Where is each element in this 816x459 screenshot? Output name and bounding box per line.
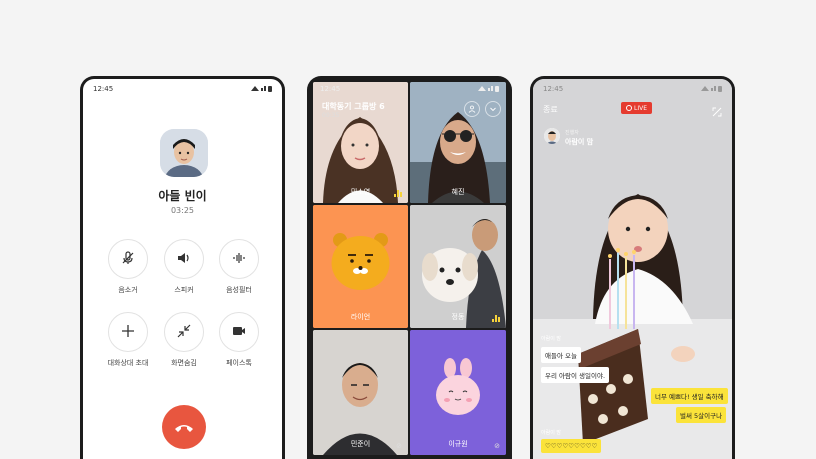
mute-label: 음소거 [118,286,138,294]
status-icons [700,85,722,94]
minimize-icon [177,323,191,342]
group-title: 대학동기 그룹방 6 [322,102,385,111]
voice-filter-button[interactable]: 음성필터 [209,239,269,295]
plus-icon [121,323,135,342]
participant-name: 라이언 [350,313,371,321]
participant-video [313,330,408,455]
caller-avatar [160,129,208,177]
invite-button[interactable]: 대화상대 초대 [98,312,158,368]
live-header: 종료 LIVE [533,102,732,117]
record-icon [626,105,632,111]
video-camera-icon [232,323,246,342]
voice-filter-label: 음성필터 [226,286,252,294]
chat-message: ♡♡♡♡♡♡♡♡♡ [541,439,602,453]
status-bar: 12:45 [533,79,732,99]
streamer-avatar[interactable] [544,128,560,144]
participant-name: 민준이 [350,440,371,448]
ryan-character-icon [313,205,408,328]
end-stream-button[interactable]: 종료 [543,104,558,115]
live-stream-screen: 12:45 종료 LIVE 진행자 아람이 맘 아람이 맘 애들아 오늘 우리 … [533,79,732,459]
streamer-name: 아람이 맘 [565,138,594,146]
chat-message: 벌써 5살이구나 [676,407,727,423]
group-call-duration: 00:35 [322,112,340,119]
voice-filter-icon [232,250,246,269]
participant-tile[interactable]: 라이언 [313,205,408,328]
invite-label: 대화상대 초대 [107,359,149,367]
chat-message: 애들아 오늘 [541,347,581,363]
group-call-screen: 12:45 대학동기 그룹방 6 00:35 민소영 혜진 라이언 정동 민준이… [310,79,509,459]
status-bar: 12:45 [83,79,282,99]
hide-screen-button[interactable]: 화면숨김 [154,312,214,368]
facetalk-button[interactable]: 페이스톡 [209,312,269,368]
chat-sender: 아람이 맘 [541,336,561,342]
person-icon[interactable] [464,101,480,117]
chat-message: 너무 예쁘다! 생일 축하해 [651,388,728,404]
status-bar: 12:45 [310,79,509,99]
speaking-indicator-icon [492,315,500,322]
chat-sender: 아람이 맘 [541,430,561,436]
speaker-icon [177,250,191,269]
fullscreen-icon[interactable] [712,102,722,121]
speaker-button[interactable]: 스피커 [154,239,214,295]
end-call-button[interactable] [162,405,206,449]
speaker-label: 스피커 [174,286,194,294]
voice-call-screen: 12:45 아들 빈이 03:25 음소거 스피커 음성필터 대화상대 초대 화… [83,79,282,459]
participant-tile[interactable]: 정동 [410,205,506,328]
live-stream-phone: 12:45 종료 LIVE 진행자 아람이 맘 아람이 맘 애들아 오늘 우리 … [530,76,735,459]
caller-name: 아들 빈이 [158,189,207,203]
live-badge-label: LIVE [634,104,648,112]
live-badge: LIVE [621,102,653,114]
status-time: 12:45 [320,85,341,93]
participant-video [410,205,506,328]
call-duration: 03:25 [170,206,195,215]
participant-tile[interactable]: 민준이 ⊘ [313,330,408,455]
status-icons [477,85,499,94]
facetalk-label: 페이스톡 [226,359,252,367]
mic-muted-icon: ⊘ [396,442,402,450]
group-call-phone: 12:45 대학동기 그룹방 6 00:35 민소영 혜진 라이언 정동 민준이… [307,76,512,459]
voice-call-phone: 12:45 아들 빈이 03:25 음소거 스피커 음성필터 대화상대 초대 화… [80,76,285,459]
bunny-character-icon [410,330,506,455]
participant-name: 이규원 [448,440,468,448]
chevron-down-icon[interactable] [485,101,501,117]
hide-screen-label: 화면숨김 [171,359,197,367]
top-controls [464,101,501,117]
status-time: 12:45 [93,85,114,93]
participant-tile[interactable]: 이규원 ⊘ [410,330,506,455]
chat-message: 우리 아람이 생일이야. [541,367,610,383]
status-time: 12:45 [543,85,564,93]
status-icons [250,85,272,94]
streamer-role: 진행자 [565,130,579,136]
phone-hangup-icon [174,418,194,437]
mic-muted-icon: ⊘ [494,442,500,450]
participant-name: 혜진 [451,188,465,196]
mic-off-icon [121,250,135,269]
mute-button[interactable]: 음소거 [98,239,158,295]
speaking-indicator-icon [394,190,402,197]
